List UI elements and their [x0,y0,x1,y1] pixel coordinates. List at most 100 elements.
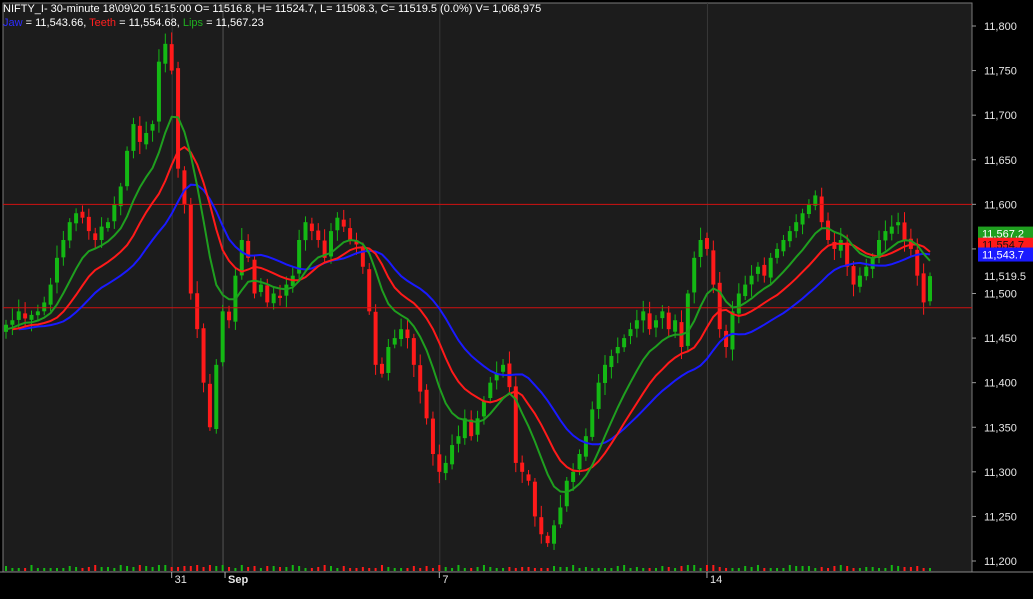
candle-body [545,535,550,544]
volume-bar [387,567,390,571]
volume-bar [24,568,27,571]
volume-bar [208,565,211,571]
volume-bar [750,567,753,571]
volume-bar [820,567,823,571]
volume-bar [380,565,383,571]
candle-body [367,269,372,312]
volume-bar [604,568,607,571]
volume-bar [183,566,186,571]
candle-body [125,150,130,187]
candle-body [883,231,888,241]
volume-bar [814,568,817,571]
candle-body [838,240,843,251]
volume-bar [737,568,740,571]
chart-header-ohlc: NIFTY_I- 30-minute 18\09\20 15:15:00 O= … [3,3,542,15]
volume-bar [533,568,536,571]
candle-body [501,364,506,372]
volume-bar [482,565,485,571]
volume-bar [846,566,849,571]
candle-body [781,240,786,252]
candle-body [16,311,21,320]
volume-bar [253,566,256,571]
volume-bar [336,568,339,571]
candle-body [628,329,633,337]
candle-body [195,293,200,330]
candle-body [112,204,117,222]
candle-body [896,222,901,226]
candle-body [870,257,875,269]
volume-bar [106,567,109,571]
volume-bar [55,568,58,571]
lips-value: = 11,567.23 [203,17,264,29]
candle-body [258,284,263,293]
volume-bar [132,567,135,571]
volume-bar [119,565,122,571]
volume-bar [138,565,141,571]
volume-bar [476,567,479,571]
y-tick-label: 11,250 [984,511,1017,523]
candle-body [634,320,639,329]
candle-body [74,213,79,224]
volume-bar [457,565,460,571]
candle-body [794,222,799,232]
volume-bar [189,566,192,571]
candle-body [609,355,614,368]
candle-body [220,311,225,363]
candle-body [851,266,856,285]
volume-bar [374,568,377,571]
y-tick-label: 11,350 [984,422,1017,434]
candle-body [207,383,212,428]
volume-bar [635,567,638,571]
volume-bar [839,565,842,571]
volume-bar [699,568,702,571]
candle-body [596,382,601,409]
candle-body [736,293,741,314]
volume-bar [827,568,830,571]
lips-label: Lips [182,17,204,29]
candle-body [666,312,671,330]
candle-body [660,311,665,319]
candle-body [227,311,232,321]
candle-body [214,364,219,430]
volume-bar [782,568,785,571]
candle-body [309,223,314,232]
candle-body [316,230,321,240]
volume-bar [438,565,441,571]
volume-bar [884,568,887,571]
candle-body [23,313,28,319]
volume-bar [342,566,345,571]
candle-body [182,170,187,205]
volume-bar [858,568,861,571]
volume-bar [228,567,231,571]
x-tick-label: Sep [228,574,248,586]
candle-body [775,248,780,258]
volume-bar [871,567,874,571]
volume-bar [890,565,893,571]
volume-bar [693,565,696,571]
candle-body [577,454,582,470]
candle-body [622,338,627,348]
candle-body [10,320,15,325]
candle-body [278,295,283,298]
volume-bar [502,568,505,571]
volume-bar [686,565,689,571]
candle-body [188,204,193,294]
volume-bar [769,568,772,571]
candle-body [724,330,729,347]
candle-body [558,507,563,525]
volume-bar [62,568,65,571]
candlestick-chart[interactable]: 11,80011,75011,70011,65011,60011,55011,5… [0,0,1033,599]
candle-body [685,293,690,346]
volume-bar [361,567,364,571]
volume-bar [419,568,422,571]
candle-body [379,363,384,374]
volume-bar [164,565,167,571]
volume-bar [667,567,670,571]
candle-body [526,474,531,481]
volume-bar [310,568,313,571]
candle-body [35,311,40,316]
x-tick-label: 31 [175,574,187,586]
volume-bar [572,565,575,571]
candle-body [539,517,544,535]
volume-bar [463,568,466,571]
